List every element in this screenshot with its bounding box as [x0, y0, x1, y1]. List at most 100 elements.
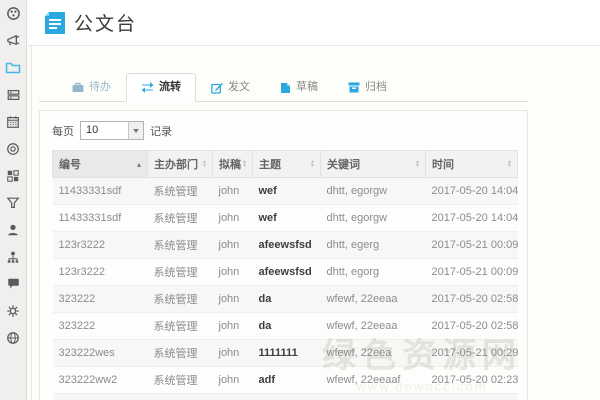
cell-subject: adf [252, 366, 321, 394]
table-row[interactable]: 323222 系统管理 john da wfewf, 22eeaa 2017-05-20 … [52, 285, 518, 313]
cell-id: 123r3222 [52, 258, 148, 286]
cell-dept: 系统管理 [147, 339, 213, 367]
cell-drafter: john [212, 339, 253, 367]
sidebar-item-organization[interactable] [0, 243, 26, 270]
cell-dept: 系统管理 [147, 393, 213, 400]
cell-dept: 系统管理 [147, 312, 213, 340]
table-header-row: 编号 ▴ 主办部门 ▴ ▾ 拟稿 ▴ ▾ 主题 ▴ ▾ 关键词 ▴ ▾ 时间 ▴ ▾ [52, 150, 518, 178]
sidebar-item-announcements[interactable] [0, 27, 26, 54]
cell-time: 2017-05-21 00:29 [425, 339, 518, 367]
org-chart-icon [6, 250, 20, 264]
cell-subject: da [252, 312, 321, 340]
sidebar-item-records[interactable] [0, 135, 26, 162]
column-header-dept[interactable]: 主办部门 ▴ ▾ [147, 150, 213, 178]
cell-keywords: wfewf, 22eea [320, 339, 426, 367]
tab-flow[interactable]: 流转 [126, 73, 196, 102]
sidebar-item-documents[interactable] [0, 54, 26, 81]
archive-icon [348, 82, 360, 93]
qr-grid-icon [6, 169, 20, 183]
cell-subject: wef [252, 177, 321, 205]
tab-drafts[interactable]: 草稿 [265, 73, 333, 102]
sidebar-item-settings[interactable] [0, 297, 26, 324]
tab-bar: 待办 流转 发文 草稿 归档 [39, 72, 528, 102]
sidebar-item-web[interactable] [0, 324, 26, 351]
cell-time: 2017-05-20 14:04 [425, 204, 518, 232]
cell-dept: 系统管理 [147, 177, 213, 205]
cell-drafter: john [212, 204, 253, 232]
table-row[interactable]: 123r3222 系统管理 john afeewsfsd dhtt, egorg 2017… [52, 258, 518, 286]
sidebar-item-modules[interactable] [0, 162, 26, 189]
cell-keywords: wfewf, 22eeaa [320, 312, 426, 340]
cell-drafter: john [212, 366, 253, 394]
tab-label: 待办 [89, 81, 111, 93]
sort-icons: ▴ ▾ [202, 159, 206, 169]
cell-drafter: john [212, 393, 253, 400]
cell-id: 123r3222 [52, 231, 148, 259]
cell-subject: da [252, 285, 321, 313]
cell-time: 2017-05-20 02:58 [425, 312, 518, 340]
cell-keywords: dhtt, egorg [320, 258, 426, 286]
tab-label: 归档 [365, 81, 387, 93]
tab-label: 流转 [159, 81, 181, 93]
sidebar-item-users[interactable] [0, 216, 26, 243]
cell-id: 11433331sdf [52, 177, 148, 205]
cell-drafter: john [212, 312, 253, 340]
filter-icon [6, 196, 20, 210]
sort-icons: ▴ ▾ [415, 159, 419, 169]
per-page-label-before: 每页 [52, 125, 74, 138]
calendar-icon [6, 115, 20, 129]
table-row[interactable]: 11433331sdf 系统管理 john wef dhtt, egorgw 2017-0… [52, 204, 518, 232]
exchange-icon [141, 82, 154, 93]
sidebar-item-server-list[interactable] [0, 81, 26, 108]
tab-publish[interactable]: 发文 [196, 73, 265, 102]
sort-asc-icon: ▴ [136, 159, 141, 169]
sidebar-item-messages[interactable] [0, 270, 26, 297]
column-header-subject[interactable]: 主题 ▴ ▾ [252, 150, 321, 178]
table-row[interactable]: 123r3222 系统管理 john afeewsfsd dhtt, egerg 2017… [52, 231, 518, 259]
column-header-id[interactable]: 编号 ▴ [52, 150, 148, 178]
cell-subject: wef [252, 204, 321, 232]
gear-icon [6, 304, 20, 318]
cell-id: 323222wes [52, 339, 148, 367]
tab-archive[interactable]: 归档 [333, 73, 402, 102]
cell-id: 11433331sdf [52, 204, 148, 232]
column-header-drafter[interactable]: 拟稿 ▴ ▾ [212, 150, 253, 178]
sidebar-item-filter[interactable] [0, 189, 26, 216]
cell-subject: 1111111 [252, 339, 321, 367]
cell-dept: 系统管理 [147, 285, 213, 313]
sidebar-item-calendar[interactable] [0, 108, 26, 135]
table-row[interactable]: 323222ww2系统管理johnadfwfewf, 22eeaaf2017-0… [52, 393, 518, 400]
documents-table: 编号 ▴ 主办部门 ▴ ▾ 拟稿 ▴ ▾ 主题 ▴ ▾ 关键词 ▴ ▾ 时间 ▴ ▾ 11433331… [52, 150, 518, 400]
cell-keywords: dhtt, egerg [320, 231, 426, 259]
server-list-icon [6, 88, 21, 102]
cell-drafter: john [212, 231, 253, 259]
chat-icon [6, 277, 21, 291]
cell-drafter: john [212, 177, 253, 205]
sidebar-item-dashboard[interactable] [0, 0, 26, 27]
sidebar [0, 0, 27, 400]
page-size-select[interactable]: 10 [80, 121, 144, 140]
per-page-label-after: 记录 [150, 125, 172, 138]
tab-todo[interactable]: 待办 [57, 73, 126, 102]
cell-time: 2017-05-20 14:04 [425, 177, 518, 205]
draft-file-icon [280, 82, 291, 94]
page-title: 公文台 [74, 14, 138, 35]
table-row[interactable]: 323222wes 系统管理 john 1111111 wfewf, 22eea 2017… [52, 339, 518, 367]
column-header-time[interactable]: 时间 ▴ ▾ [425, 150, 518, 178]
tab-label: 草稿 [296, 81, 318, 93]
sort-icons: ▴ ▾ [310, 159, 314, 169]
table-row[interactable]: 323222 系统管理 john da wfewf, 22eeaa 2017-05-20 … [52, 312, 518, 340]
blue-document-icon [44, 11, 66, 35]
user-icon [6, 223, 20, 237]
column-header-keywords[interactable]: 关键词 ▴ ▾ [320, 150, 426, 178]
cell-id: 323222ww2 [52, 393, 148, 400]
cell-id: 323222ww2 [52, 366, 148, 394]
chevron-down-icon [128, 122, 143, 139]
table-row[interactable]: 11433331sdf 系统管理 john wef dhtt, egorgw 2017-0… [52, 177, 518, 205]
sort-icons: ▴ ▾ [507, 159, 511, 169]
cell-dept: 系统管理 [147, 204, 213, 232]
table-row[interactable]: 323222ww2系统管理johnadfwfewf, 22eeaaf2017-0… [52, 366, 518, 394]
cell-drafter: john [212, 285, 253, 313]
cell-drafter: john [212, 258, 253, 286]
cell-time: 2017-05-21 00:09 [425, 258, 518, 286]
